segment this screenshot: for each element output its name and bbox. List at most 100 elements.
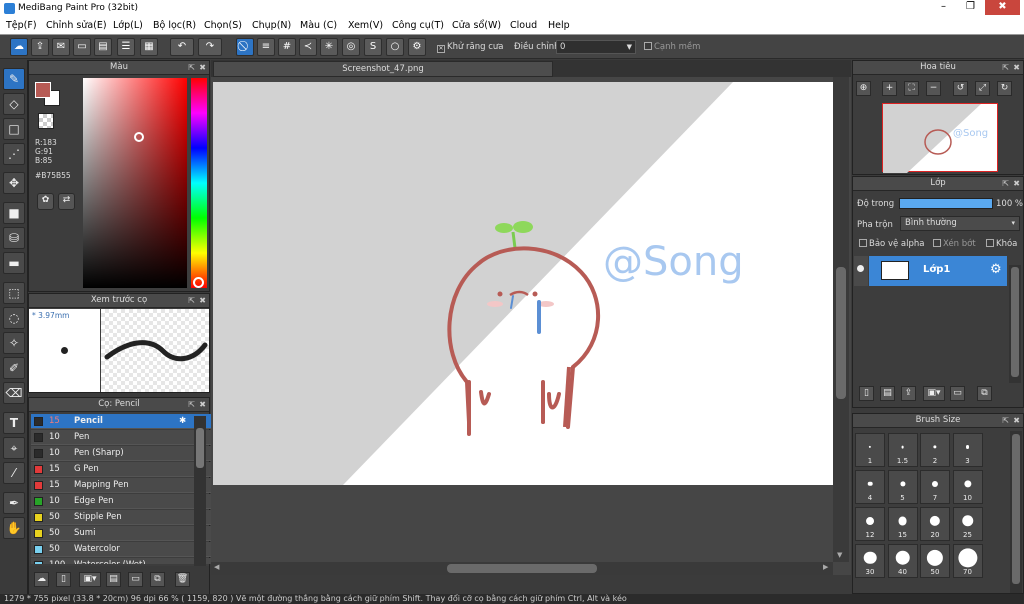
brush-size-cell[interactable]: 10 <box>952 470 983 504</box>
fill-rect-tool-icon[interactable]: ■ <box>3 202 25 224</box>
perspective-snap-icon[interactable]: ≺ <box>299 38 317 56</box>
magic-wand-tool-icon[interactable]: ✧ <box>3 332 25 354</box>
duplicate-brush-icon[interactable]: ⧉ <box>150 572 165 587</box>
comment-icon[interactable]: ▭ <box>73 38 91 56</box>
dot-tool-icon[interactable]: ⋰ <box>3 143 25 165</box>
undock-icon[interactable]: ⇱ <box>1002 177 1009 190</box>
brush-list-item[interactable]: 15 G Pen <box>31 462 219 477</box>
brush-size-cell[interactable]: 7 <box>920 470 950 504</box>
fit-icon[interactable]: ⛶ <box>904 81 919 96</box>
brush-size-cell[interactable]: 12 <box>855 507 885 541</box>
color-swap-icon[interactable]: ⇄ <box>58 193 75 210</box>
chat-icon[interactable]: ✉ <box>52 38 70 56</box>
zoom-out-icon[interactable]: − <box>926 81 941 96</box>
undock-icon[interactable]: ⇱ <box>1002 414 1009 427</box>
brush-size-cell[interactable]: 50 <box>920 544 950 578</box>
brush-folder-icon[interactable]: ▭ <box>128 572 143 587</box>
brush-size-cell[interactable]: 3 <box>952 433 983 467</box>
move-tool-icon[interactable]: ✥ <box>3 172 25 194</box>
rotate-left-icon[interactable]: ↺ <box>953 81 968 96</box>
clip-checkbox[interactable]: Xén bớt <box>933 239 976 249</box>
brush-size-cell[interactable]: 30 <box>855 544 885 578</box>
select-eraser-tool-icon[interactable]: ⌫ <box>3 382 25 404</box>
brush-size-cell[interactable]: 4 <box>855 470 885 504</box>
maximize-button[interactable]: ❐ <box>958 0 983 15</box>
canvas-hscroll-thumb[interactable] <box>447 564 597 573</box>
curve-snap-icon[interactable]: S <box>364 38 382 56</box>
saturation-value-picker[interactable] <box>83 78 187 288</box>
document-tab[interactable]: Screenshot_47.png <box>213 61 553 77</box>
page-list-icon[interactable]: ☰ <box>117 38 135 56</box>
pen-tool-icon[interactable]: ✒ <box>3 492 25 514</box>
snap-settings-icon[interactable]: ⚙ <box>408 38 426 56</box>
brush-size-cell[interactable]: 5 <box>887 470 918 504</box>
panel-close-icon[interactable]: ✖ <box>1013 61 1020 74</box>
add-brush-cloud-icon[interactable]: ☁ <box>34 572 49 587</box>
brush-list-item[interactable]: 50 Stipple Pen <box>31 510 219 525</box>
layer-visibility-toggle[interactable] <box>854 256 868 286</box>
new-layer-icon[interactable]: ▯ <box>859 386 874 401</box>
undock-icon[interactable]: ⇱ <box>188 398 195 411</box>
canvas-area[interactable]: @Song ▼ ◀ ▶ <box>211 77 851 575</box>
brush-size-cell[interactable]: 1.5 <box>887 433 918 467</box>
artwork-canvas[interactable]: @Song <box>213 82 833 485</box>
add-brush-menu-icon[interactable]: ▣▾ <box>79 572 101 587</box>
parallel-snap-icon[interactable]: ≡ <box>257 38 275 56</box>
menu-cloud[interactable]: Cloud <box>510 20 537 31</box>
brush-list-item[interactable]: 15 Pencil ✱ <box>31 414 219 429</box>
rotate-right-icon[interactable]: ↻ <box>997 81 1012 96</box>
close-button[interactable]: ✖ <box>985 0 1020 15</box>
eraser-tool-icon[interactable]: ◇ <box>3 93 25 115</box>
brush-list-item[interactable]: 10 Pen (Sharp) <box>31 446 219 461</box>
brush-size-cell[interactable]: 70 <box>952 544 983 578</box>
undock-icon[interactable]: ⇱ <box>188 61 195 74</box>
brush-list-item[interactable]: 50 Sumi <box>31 526 219 541</box>
canvas-vscrollbar[interactable]: ▼ <box>833 77 849 562</box>
panel-close-icon[interactable]: ✖ <box>1013 414 1020 427</box>
layer-row[interactable]: Lớp1 ⚙ <box>869 256 1007 286</box>
menu-tools[interactable]: Công cụ(T) <box>392 20 444 31</box>
hue-slider-handle[interactable] <box>193 277 204 288</box>
panel-close-icon[interactable]: ✖ <box>199 61 206 74</box>
layer-scrollbar[interactable] <box>1009 265 1021 383</box>
menu-view[interactable]: Xem(V) <box>348 20 383 31</box>
panel-close-icon[interactable]: ✖ <box>1013 177 1020 190</box>
brush-list-item[interactable]: 15 Mapping Pen <box>31 478 219 493</box>
grid-snap-icon[interactable]: # <box>278 38 296 56</box>
new-brush-icon[interactable]: ▯ <box>56 572 71 587</box>
palette-icon[interactable]: ✿ <box>37 193 54 210</box>
brush-list-scroll-thumb[interactable] <box>196 428 204 468</box>
layer-settings-gear-icon[interactable]: ⚙ <box>990 262 1002 277</box>
divide-tool-icon[interactable]: ⌖ <box>3 437 25 459</box>
layer-import-icon[interactable]: ⇪ <box>901 386 916 401</box>
smooth-edge-checkbox[interactable]: Cạnh mềm <box>644 42 700 52</box>
menu-window[interactable]: Cửa sổ(W) <box>452 20 501 31</box>
color-picker-cursor[interactable] <box>134 132 144 142</box>
protect-alpha-checkbox[interactable]: Bảo vệ alpha <box>859 239 924 249</box>
circle-snap-icon[interactable]: ◎ <box>342 38 360 56</box>
undo-icon[interactable]: ↶ <box>170 38 194 56</box>
canvas-vscroll-thumb[interactable] <box>836 267 846 399</box>
foreground-color-swatch[interactable] <box>35 82 51 98</box>
lasso-tool-icon[interactable]: ◌ <box>3 307 25 329</box>
zoom-in-icon[interactable]: + <box>882 81 897 96</box>
fullscreen-icon[interactable]: ⤢ <box>975 81 990 96</box>
menu-file[interactable]: Tệp(F) <box>6 20 37 31</box>
brush-list-item[interactable]: 50 Watercolor <box>31 542 219 557</box>
brush-size-cell[interactable]: 25 <box>952 507 983 541</box>
zoom-icon[interactable]: ⊕ <box>856 81 871 96</box>
menu-snap[interactable]: Chụp(N) <box>252 20 291 31</box>
panel-close-icon[interactable]: ✖ <box>199 398 206 411</box>
eyedropper-tool-icon[interactable]: ⁄ <box>3 462 25 484</box>
minimize-button[interactable]: – <box>931 0 956 15</box>
duplicate-layer-icon[interactable]: ⧉ <box>977 386 992 401</box>
brush-settings-icon[interactable]: ▤ <box>106 572 121 587</box>
layer-scroll-thumb[interactable] <box>1011 267 1019 377</box>
delete-brush-icon[interactable]: 🗑 <box>175 572 190 587</box>
lock-checkbox[interactable]: Khóa <box>986 239 1017 249</box>
undock-icon[interactable]: ⇱ <box>188 294 195 307</box>
menu-select[interactable]: Chọn(S) <box>204 20 242 31</box>
adjust-select[interactable]: 0 ▼ <box>556 40 636 54</box>
transparent-swatch[interactable] <box>38 113 54 129</box>
opacity-slider[interactable] <box>899 198 993 209</box>
